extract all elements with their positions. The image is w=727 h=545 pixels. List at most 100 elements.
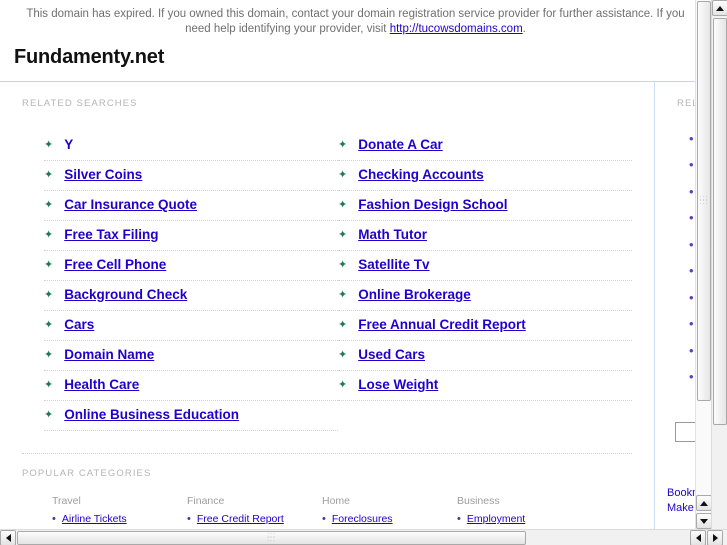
related-search-link[interactable]: Free Annual Credit Report — [358, 316, 526, 334]
bullet-icon: • — [689, 369, 694, 384]
related-search-spacer — [338, 401, 632, 430]
related-search-item[interactable]: ✦ Free Cell Phone — [44, 251, 338, 281]
browser-hscroll-thumb[interactable]: ::: ::: — [17, 531, 526, 545]
arrow-bullet-icon: ✦ — [44, 318, 54, 331]
browser-scroll-left-button[interactable] — [0, 530, 16, 545]
related-search-link[interactable]: Checking Accounts — [358, 166, 484, 184]
category-link[interactable]: Employment — [467, 513, 525, 526]
browser-scroll-up-button[interactable] — [712, 0, 727, 16]
bullet-icon: • — [689, 289, 694, 305]
category-item[interactable]: • Employment — [457, 513, 592, 526]
related-searches-left-column: ✦ Y ✦ Silver Coins ✦ Car Insurance Quote ✦ Free… — [44, 131, 338, 431]
scroll-up-arrow-icon — [700, 500, 708, 506]
tucows-domains-link[interactable]: http://tucowsdomains.com — [390, 23, 523, 35]
related-searches-label: RELATED SEARCHES — [22, 98, 138, 109]
related-search-link[interactable]: Background Check — [64, 286, 187, 304]
domain-expired-banner: This domain has expired. If you owned th… — [0, 0, 711, 43]
related-search-link[interactable]: Health Care — [64, 376, 139, 394]
bullet-icon: • — [689, 130, 694, 146]
category-link[interactable]: Airline Tickets — [62, 513, 127, 526]
bullet-icon: • — [689, 236, 694, 252]
category-item[interactable]: • Airline Tickets — [52, 513, 187, 526]
category-link[interactable]: Free Credit Report — [197, 513, 284, 526]
related-search-link[interactable]: Y — [64, 136, 73, 154]
page-vscroll-thumb[interactable]: ::: ::: — [697, 1, 711, 401]
related-search-link[interactable]: Domain Name — [64, 346, 154, 364]
category-column: Finance•Free Credit Report•Online Paymen… — [187, 495, 322, 529]
category-column: Home•Foreclosures•Houses For Sale•Mortga… — [322, 495, 457, 529]
browser-vscroll-thumb[interactable] — [713, 18, 727, 425]
bullet-icon: • — [457, 513, 461, 525]
page-scroll-up-button[interactable] — [696, 495, 712, 511]
popular-categories-label: POPULAR CATEGORIES — [22, 468, 152, 479]
related-search-link[interactable]: Online Business Education — [64, 406, 239, 424]
related-search-item[interactable]: ✦ Background Check — [44, 281, 338, 311]
related-search-item[interactable]: ✦ Free Annual Credit Report — [338, 311, 632, 341]
related-search-link[interactable]: Math Tutor — [358, 226, 427, 244]
category-heading: Home — [322, 495, 351, 507]
arrow-bullet-icon: ✦ — [338, 228, 348, 241]
related-search-item[interactable]: ✦ Cars — [44, 311, 338, 341]
related-search-link[interactable]: Donate A Car — [358, 136, 443, 154]
browser-vertical-scrollbar[interactable] — [711, 0, 727, 529]
arrow-bullet-icon: ✦ — [338, 168, 348, 181]
category-heading: Finance — [187, 495, 225, 507]
arrow-bullet-icon: ✦ — [44, 228, 54, 241]
related-search-link[interactable]: Satellite Tv — [358, 256, 429, 274]
content-area: RELATED SEARCHES ✦ Y ✦ Silver Coins ✦ Car Ins… — [0, 82, 711, 529]
related-search-link[interactable]: Car Insurance Quote — [64, 196, 197, 214]
page-scroll-down-button[interactable] — [696, 513, 712, 529]
bullet-icon: • — [689, 342, 694, 358]
related-search-item[interactable]: ✦ Lose Weight — [338, 371, 632, 401]
arrow-bullet-icon: ✦ — [44, 288, 54, 301]
page-vscroll-grip: ::: ::: — [699, 195, 709, 206]
related-search-link[interactable]: Free Tax Filing — [64, 226, 158, 244]
related-search-item[interactable]: ✦ Donate A Car — [338, 131, 632, 161]
related-search-link[interactable]: Lose Weight — [358, 376, 438, 394]
banner-text-before: This domain has expired. If you owned th… — [26, 8, 685, 35]
arrow-bullet-icon: ✦ — [44, 198, 54, 211]
bullet-icon: • — [689, 210, 694, 225]
arrow-bullet-icon: ✦ — [338, 138, 348, 151]
browser-horizontal-scrollbar[interactable]: ::: ::: — [0, 529, 727, 545]
browser-scroll-right-left-button[interactable] — [690, 530, 706, 545]
related-searches-right-column: ✦ Donate A Car ✦ Checking Accounts ✦ Fashion … — [338, 131, 632, 431]
arrow-bullet-icon: ✦ — [44, 408, 54, 421]
browser-scroll-right-button[interactable] — [707, 530, 723, 545]
related-search-link[interactable]: Online Brokerage — [358, 286, 471, 304]
page-title-bar: Fundamenty.net — [0, 43, 711, 82]
related-search-item[interactable]: ✦ Fashion Design School — [338, 191, 632, 221]
page-vertical-scrollbar[interactable]: ::: ::: — [695, 0, 712, 529]
browser-window: This domain has expired. If you owned th… — [0, 0, 727, 545]
category-item[interactable]: • Free Credit Report — [187, 513, 322, 526]
category-link[interactable]: Foreclosures — [332, 513, 393, 526]
related-search-item[interactable]: ✦ Y — [44, 131, 338, 161]
scroll-left-arrow-icon — [695, 534, 701, 542]
related-search-item[interactable]: ✦ Math Tutor — [338, 221, 632, 251]
scroll-left-arrow-icon — [5, 534, 11, 542]
related-search-link[interactable]: Silver Coins — [64, 166, 142, 184]
related-search-item[interactable]: ✦ Used Cars — [338, 341, 632, 371]
main-column: RELATED SEARCHES ✦ Y ✦ Silver Coins ✦ Car Ins… — [0, 82, 655, 529]
bullet-icon: • — [689, 316, 694, 331]
scroll-up-arrow-icon — [716, 5, 724, 11]
related-search-link[interactable]: Fashion Design School — [358, 196, 507, 214]
browser-hscroll-grip: ::: ::: — [267, 532, 276, 543]
popular-categories-grid: Travel•Airline Tickets•Hotels•Car Rental… — [22, 495, 632, 529]
category-heading: Travel — [52, 495, 81, 507]
related-search-item[interactable]: ✦ Satellite Tv — [338, 251, 632, 281]
related-search-item[interactable]: ✦ Checking Accounts — [338, 161, 632, 191]
related-search-item[interactable]: ✦ Car Insurance Quote — [44, 191, 338, 221]
related-search-link[interactable]: Used Cars — [358, 346, 425, 364]
related-search-item[interactable]: ✦ Silver Coins — [44, 161, 338, 191]
arrow-bullet-icon: ✦ — [44, 348, 54, 361]
related-search-item[interactable]: ✦ Health Care — [44, 371, 338, 401]
related-search-item[interactable]: ✦ Domain Name — [44, 341, 338, 371]
related-search-item[interactable]: ✦ Online Business Education — [44, 401, 338, 431]
related-search-item[interactable]: ✦ Online Brokerage — [338, 281, 632, 311]
arrow-bullet-icon: ✦ — [44, 258, 54, 271]
related-search-link[interactable]: Free Cell Phone — [64, 256, 166, 274]
category-item[interactable]: • Foreclosures — [322, 513, 457, 526]
related-search-item[interactable]: ✦ Free Tax Filing — [44, 221, 338, 251]
related-search-link[interactable]: Cars — [64, 316, 94, 334]
